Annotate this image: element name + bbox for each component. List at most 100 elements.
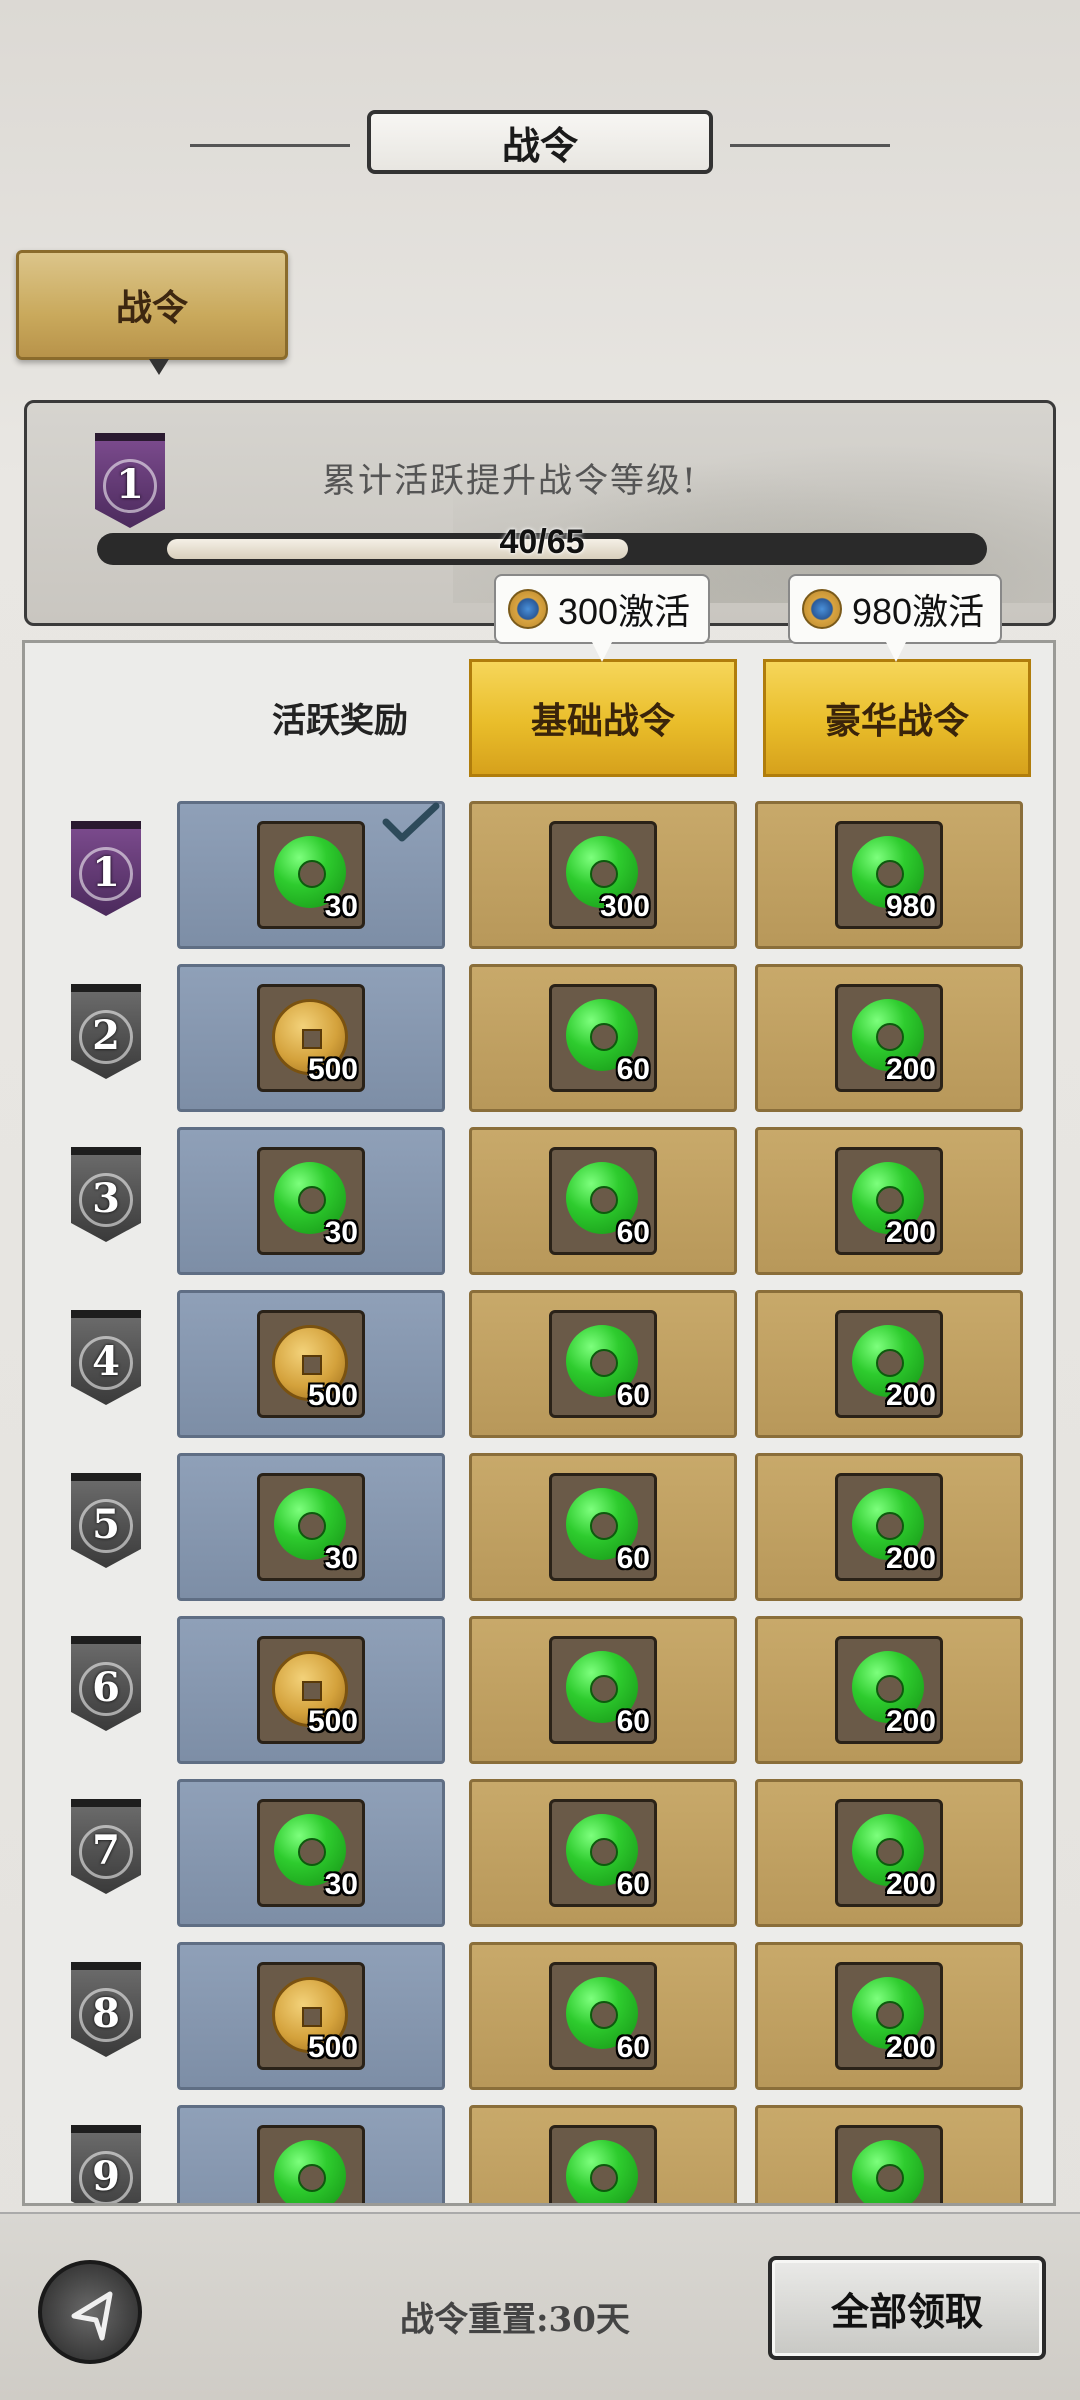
level-progress-bar: 40/65 — [97, 523, 987, 565]
reward-quantity: 200 — [885, 2031, 936, 2064]
reward-cell-basic[interactable]: 60 — [469, 1290, 737, 1438]
reward-cell-luxury[interactable] — [755, 2105, 1023, 2203]
level-badge: 8 — [71, 1962, 141, 2057]
reward-cell-free[interactable] — [177, 2105, 445, 2203]
reward-quantity: 60 — [616, 1868, 650, 1901]
back-button[interactable] — [38, 2260, 142, 2364]
reward-row: 1 30 300 980 — [25, 793, 1053, 956]
reward-quantity: 200 — [885, 1705, 936, 1738]
reward-cell-free[interactable]: 500 — [177, 1290, 445, 1438]
reward-quantity: 300 — [599, 890, 650, 923]
reward-row: 8 500 60 200 — [25, 1934, 1053, 2097]
reward-cell-free[interactable]: 500 — [177, 1616, 445, 1764]
reward-quantity: 200 — [885, 1542, 936, 1575]
reward-cell-luxury[interactable]: 200 — [755, 1942, 1023, 2090]
level-number: 6 — [92, 1664, 120, 1711]
header: 战令 — [0, 100, 1080, 180]
level-tip: 累计活跃提升战令等级! — [322, 461, 698, 501]
reward-cell-free[interactable]: 500 — [177, 964, 445, 1112]
luxury-activation-tooltip: 980激活 — [788, 574, 1002, 662]
level-number: 7 — [92, 1827, 120, 1874]
reward-row: 7 30 60 200 — [25, 1771, 1053, 1934]
reward-cell-luxury[interactable]: 980 — [755, 801, 1023, 949]
back-arrow-icon — [71, 2291, 113, 2341]
claim-all-button[interactable]: 全部领取 — [768, 2256, 1046, 2360]
reward-cell-basic[interactable]: 60 — [469, 964, 737, 1112]
reward-quantity: 30 — [324, 1216, 358, 1249]
bottom-bar: 战令重置:30天 全部领取 — [0, 2212, 1080, 2400]
reward-item: 60 — [549, 1473, 657, 1581]
reward-row: 3 30 60 200 — [25, 1119, 1053, 1282]
level-number: 1 — [92, 849, 120, 896]
reward-cell-basic[interactable]: 60 — [469, 1127, 737, 1275]
reward-cell-basic[interactable]: 60 — [469, 1942, 737, 2090]
blue-gem-coin-icon — [802, 589, 842, 629]
reward-cell-basic[interactable]: 60 — [469, 1453, 737, 1601]
reward-item: 60 — [549, 984, 657, 1092]
jade-disc-icon — [566, 2140, 638, 2203]
reward-quantity: 60 — [616, 2031, 650, 2064]
reward-item: 980 — [835, 821, 943, 929]
luxury-pass-button[interactable]: 豪华战令 — [763, 659, 1031, 777]
reward-cell-free[interactable]: 500 — [177, 1942, 445, 2090]
title-ornament-right — [730, 144, 890, 147]
column-header-free: 活跃奖励 — [272, 701, 408, 741]
reward-quantity: 60 — [616, 1379, 650, 1412]
reward-cell-free[interactable]: 30 — [177, 1453, 445, 1601]
level-number: 4 — [92, 1338, 120, 1385]
level-badge: 9 — [71, 2125, 141, 2203]
title-ornament-left — [190, 144, 350, 147]
jade-disc-icon — [852, 2140, 924, 2203]
reward-row: 9 — [25, 2097, 1053, 2203]
reward-quantity: 500 — [307, 1379, 358, 1412]
reward-cell-basic[interactable]: 60 — [469, 1779, 737, 1927]
reward-cell-luxury[interactable]: 200 — [755, 1453, 1023, 1601]
reward-cell-luxury[interactable]: 200 — [755, 1127, 1023, 1275]
basic-price: 300激活 — [558, 591, 691, 632]
reward-item: 60 — [549, 1636, 657, 1744]
luxury-price: 980激活 — [852, 591, 985, 632]
reward-item: 200 — [835, 1147, 943, 1255]
reward-cell-free[interactable]: 30 — [177, 1779, 445, 1927]
reward-quantity: 500 — [307, 1705, 358, 1738]
reward-cell-free[interactable]: 30 — [177, 801, 445, 949]
reward-item: 200 — [835, 1310, 943, 1418]
reward-item: 500 — [257, 1962, 365, 2070]
reward-quantity: 500 — [307, 2031, 358, 2064]
reward-cell-luxury[interactable]: 200 — [755, 1779, 1023, 1927]
reward-quantity: 200 — [885, 1053, 936, 1086]
level-number: 5 — [92, 1501, 120, 1548]
reward-item: 30 — [257, 1147, 365, 1255]
level-badge: 3 — [71, 1147, 141, 1242]
reward-quantity: 980 — [885, 890, 936, 923]
reward-item: 60 — [549, 1799, 657, 1907]
reward-cell-basic[interactable] — [469, 2105, 737, 2203]
reward-cell-luxury[interactable]: 200 — [755, 964, 1023, 1112]
reward-item — [549, 2125, 657, 2203]
reward-cell-free[interactable]: 30 — [177, 1127, 445, 1275]
reward-quantity: 30 — [324, 890, 358, 923]
reward-item: 500 — [257, 1310, 365, 1418]
page-title: 战令 — [367, 110, 713, 174]
reward-cell-basic[interactable]: 60 — [469, 1616, 737, 1764]
reward-rows: 1 30 300 980 2 500 60 200 3 30 60 200 4 500 60 200 5 30 60… — [25, 793, 1053, 2203]
jade-disc-icon — [274, 2140, 346, 2203]
reward-item: 200 — [835, 1473, 943, 1581]
reward-quantity: 30 — [324, 1542, 358, 1575]
reward-cell-luxury[interactable]: 200 — [755, 1290, 1023, 1438]
reward-cell-basic[interactable]: 300 — [469, 801, 737, 949]
level-badge: 2 — [71, 984, 141, 1079]
reward-item: 200 — [835, 1799, 943, 1907]
tab-battle-pass[interactable]: 战令 — [16, 250, 288, 375]
progress-text: 40/65 — [499, 523, 585, 561]
basic-pass-button[interactable]: 基础战令 — [469, 659, 737, 777]
level-number: 8 — [92, 1990, 120, 2037]
reward-row: 4 500 60 200 — [25, 1282, 1053, 1445]
reward-row: 5 30 60 200 — [25, 1445, 1053, 1608]
reward-item — [835, 2125, 943, 2203]
reward-cell-luxury[interactable]: 200 — [755, 1616, 1023, 1764]
reward-item: 60 — [549, 1147, 657, 1255]
reward-panel: 活跃奖励 基础战令 豪华战令 1 30 300 980 2 500 60 200 3 30 60 20… — [22, 640, 1056, 2206]
current-level-badge: 1 — [95, 433, 165, 528]
reward-item: 60 — [549, 1962, 657, 2070]
